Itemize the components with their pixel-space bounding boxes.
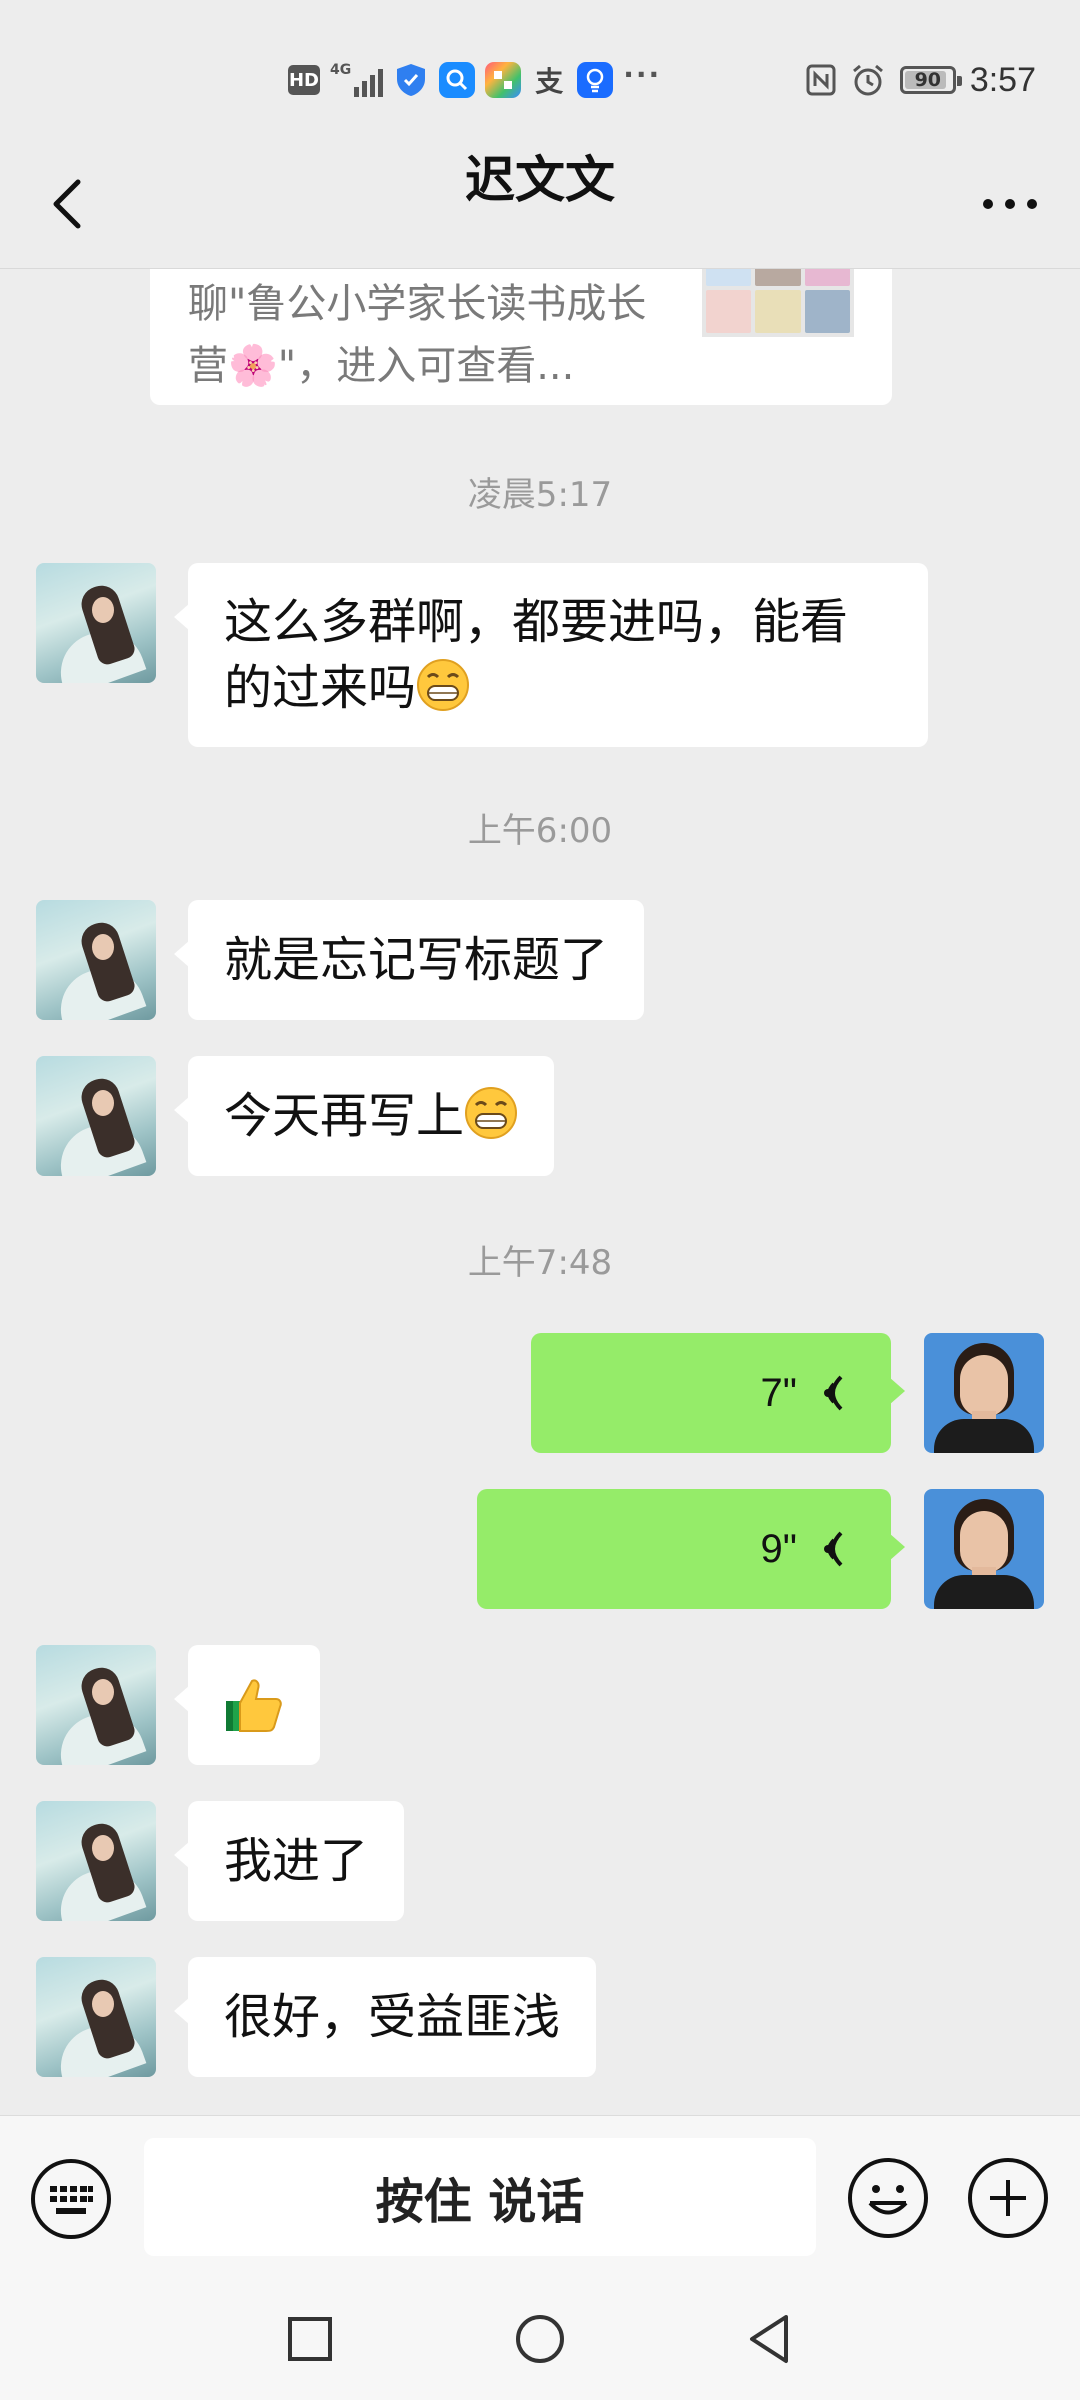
contact-avatar[interactable] <box>36 1645 156 1765</box>
message-bubble[interactable]: 就是忘记写标题了 <box>173 900 645 1020</box>
status-bar: HD 4G 支 ··· 90 3:57 <box>0 0 1080 140</box>
message-bubble[interactable]: 我进了 <box>173 1801 405 1921</box>
voice-wave-icon <box>824 1531 843 1567</box>
voice-duration: 7" <box>760 1370 797 1415</box>
alarm-icon <box>852 64 883 96</box>
more-dots-icon <box>983 199 1037 209</box>
thumbs-up-emoji-icon <box>226 1679 282 1732</box>
timestamp: 上午7:48 <box>467 1243 613 1283</box>
voice-duration: 9" <box>760 1526 797 1571</box>
search-app-icon <box>439 62 476 98</box>
voice-wave-icon <box>824 1375 843 1411</box>
status-icons-left: HD 4G 支 ··· <box>288 58 661 102</box>
shield-icon <box>393 62 429 98</box>
status-time: 3:57 <box>969 60 1036 99</box>
hd-icon: HD <box>288 65 320 95</box>
message-text: 这么多群啊，都要进吗，能看的过来吗 <box>224 594 849 716</box>
grin-emoji-icon <box>417 659 470 711</box>
plus-icon[interactable] <box>966 2156 1050 2240</box>
voice-message-bubble[interactable]: 7" <box>531 1333 905 1453</box>
input-bar: 按住 说话 <box>0 2115 1080 2286</box>
recents-square-icon[interactable] <box>280 2309 340 2369</box>
contact-avatar[interactable] <box>36 1957 156 2077</box>
message-bubble[interactable]: 这么多群啊，都要进吗，能看的过来吗 <box>174 563 928 747</box>
grin-emoji-icon <box>465 1087 518 1139</box>
chat-header: 迟文文 <box>0 140 1080 269</box>
message-bubble[interactable]: 很好，受益匪浅 <box>173 1957 597 2077</box>
system-navigation-bar <box>0 2285 1080 2400</box>
back-triangle-icon[interactable] <box>740 2309 800 2369</box>
timestamp: 凌晨5:17 <box>467 475 613 515</box>
group-invite-text: 聊"鲁公小学家长读书成长营🌸"，进入可查看... <box>188 281 647 389</box>
smiley-icon[interactable] <box>846 2156 930 2240</box>
contact-avatar[interactable] <box>36 1056 156 1176</box>
voice-message-bubble[interactable]: 9" <box>477 1489 905 1609</box>
more-button[interactable] <box>974 168 1046 240</box>
battery-icon: 90 <box>899 66 962 94</box>
status-icons-right: 90 3:57 <box>806 58 1036 102</box>
more-dots-icon: ··· <box>623 57 662 91</box>
message-bubble[interactable]: 今天再写上 <box>173 1056 555 1176</box>
bulb-app-icon <box>577 62 614 98</box>
message-text: 就是忘记写标题了 <box>224 932 609 988</box>
message-text: 今天再写上 <box>224 1088 465 1144</box>
message-text: 很好，受益匪浅 <box>224 1989 561 2045</box>
home-circle-icon[interactable] <box>510 2309 570 2369</box>
chat-title: 迟文文 <box>465 151 615 209</box>
message-text: 我进了 <box>224 1833 369 1889</box>
user-avatar[interactable] <box>924 1333 1044 1453</box>
battery-level: 90 <box>914 69 942 91</box>
message-list[interactable]: 聊"鲁公小学家长读书成长营🌸"，进入可查看... 凌晨5:17 这么多群啊，都要… <box>0 269 1080 2115</box>
contact-avatar[interactable] <box>36 1801 156 1921</box>
timestamp: 上午6:00 <box>467 811 613 851</box>
nfc-icon <box>806 64 836 96</box>
user-avatar[interactable] <box>924 1489 1044 1609</box>
contact-avatar[interactable] <box>36 900 156 1020</box>
keyboard-icon[interactable] <box>30 2158 112 2240</box>
tiles-app-icon <box>485 62 522 98</box>
signal-4g-icon: 4G <box>330 63 384 97</box>
alipay-icon: 支 <box>535 65 564 98</box>
contact-avatar[interactable] <box>36 563 156 683</box>
group-thumbnail <box>702 269 854 337</box>
hold-to-talk-button[interactable]: 按住 说话 <box>144 2138 816 2256</box>
group-invite-card[interactable]: 聊"鲁公小学家长读书成长营🌸"，进入可查看... <box>150 269 892 405</box>
message-bubble[interactable] <box>174 1645 320 1765</box>
